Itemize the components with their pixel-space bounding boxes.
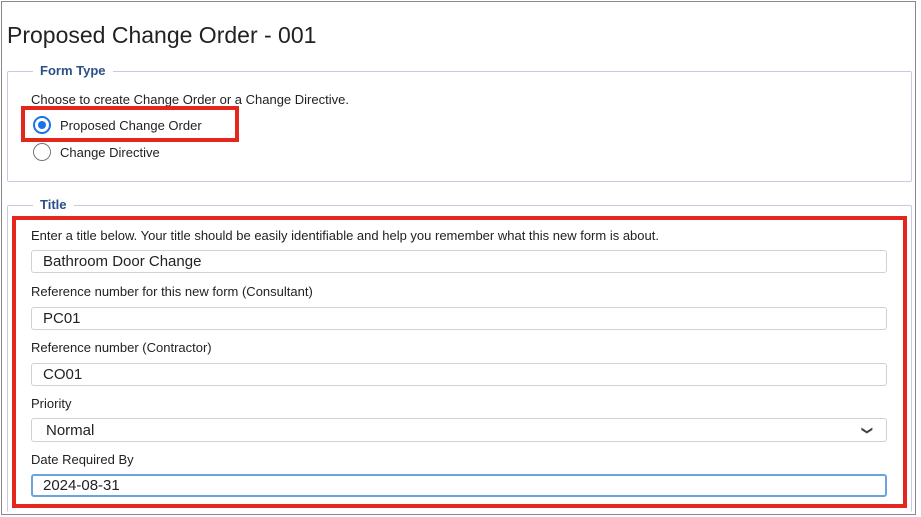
- date-label: Date Required By: [31, 452, 134, 467]
- form-type-legend: Form Type: [33, 63, 113, 78]
- priority-select[interactable]: Normal ❯: [31, 418, 887, 442]
- radio-change-directive[interactable]: Change Directive: [33, 143, 160, 161]
- radio-unchecked-icon[interactable]: [33, 143, 51, 161]
- ref-consultant-input[interactable]: [31, 307, 887, 330]
- form-frame: Proposed Change Order - 001 Form Type Ch…: [1, 1, 916, 515]
- ref-contractor-label: Reference number (Contractor): [31, 340, 212, 355]
- page-title: Proposed Change Order - 001: [7, 22, 317, 48]
- ref-contractor-input[interactable]: [31, 363, 887, 386]
- title-input[interactable]: [31, 250, 887, 273]
- priority-label: Priority: [31, 396, 72, 411]
- date-input[interactable]: [31, 474, 887, 497]
- ref-consultant-label: Reference number for this new form (Cons…: [31, 284, 313, 299]
- form-type-instruction: Choose to create Change Order or a Chang…: [31, 92, 349, 107]
- radio-proposed-change-order[interactable]: Proposed Change Order: [33, 116, 202, 134]
- chevron-down-icon: ❯: [860, 425, 873, 435]
- radio-label-proposed-change-order: Proposed Change Order: [60, 117, 202, 133]
- title-instruction: Enter a title below. Your title should b…: [31, 228, 659, 243]
- title-legend: Title: [33, 197, 74, 212]
- radio-label-change-directive: Change Directive: [60, 144, 160, 160]
- radio-checked-icon[interactable]: [33, 116, 51, 134]
- priority-selected-value: Normal: [46, 421, 95, 439]
